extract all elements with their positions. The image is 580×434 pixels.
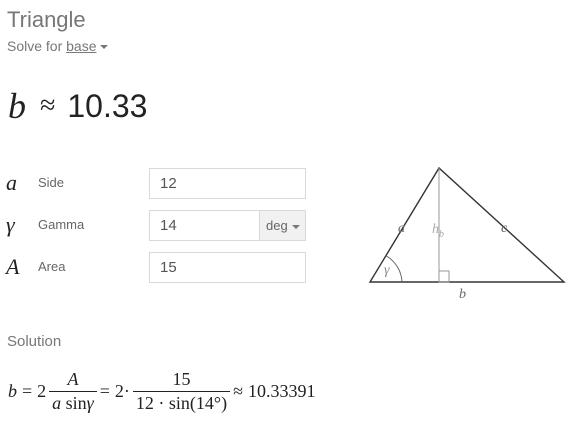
fraction-numeric-denominator: 12 · sin(14°) (132, 390, 231, 414)
result-value: 10.33 (67, 87, 148, 124)
area-input[interactable]: 15 (149, 252, 306, 283)
fraction-numeric: 15 12 · sin(14°) (132, 368, 231, 414)
input-row-side: a Side 12 (6, 168, 306, 199)
solution-formula: b = 2 A a sinγ = 2 · 15 12 · sin(14°) ≈ … (8, 368, 316, 414)
fraction-general-denominator: a sinγ (49, 390, 97, 414)
formula-approx: ≈ (233, 380, 243, 401)
input-row-gamma: γ Gamma 14 deg (6, 210, 306, 241)
page-title: Triangle (7, 7, 86, 32)
den-a: a (52, 392, 62, 413)
formula-two-2: 2 (114, 380, 124, 401)
solve-for-line: Solve for base (7, 38, 108, 54)
angle-unit-select[interactable]: deg (259, 210, 306, 241)
result: b ≈ 10.33 (8, 84, 147, 128)
formula-eq-1: = (22, 380, 33, 401)
height-letter: h (432, 222, 439, 237)
area-symbol: A (6, 254, 20, 279)
solution-heading: Solution (7, 333, 62, 350)
height-label: hb (432, 222, 444, 240)
angle-unit-value[interactable]: deg (266, 218, 288, 233)
formula-lhs: b (8, 380, 17, 401)
gamma-symbol: γ (6, 212, 15, 237)
right-angle-marker (438, 270, 450, 283)
side-input[interactable]: 12 (149, 168, 306, 199)
den-gamma: γ (86, 392, 94, 413)
gamma-diagram-label: γ (384, 263, 390, 278)
solve-for-dropdown[interactable]: base (66, 38, 108, 54)
side-c-label: c (501, 221, 508, 236)
fraction-general: A a sinγ (49, 369, 97, 414)
side-a-label: a (398, 221, 405, 236)
gamma-input[interactable]: 14 (149, 210, 260, 241)
fraction-general-numerator: A (67, 368, 79, 389)
formula-eq-2: = (99, 380, 110, 401)
height-subscript: b (439, 229, 444, 240)
solve-for-prefix: Solve for (7, 38, 63, 54)
approx-sign: ≈ (40, 90, 56, 121)
gamma-label: Gamma (38, 217, 85, 232)
side-symbol: a (6, 170, 17, 195)
formula-result: 10.33391 (248, 380, 316, 401)
input-row-area: A Area 15 (6, 252, 306, 283)
result-symbol: b (8, 86, 26, 126)
area-label: Area (38, 259, 66, 274)
chevron-down-icon (291, 224, 300, 229)
fraction-numeric-numerator: 15 (172, 368, 191, 389)
side-label: Side (38, 175, 65, 190)
side-b-label: b (459, 287, 466, 302)
formula-cdot: · (123, 380, 130, 401)
solve-for-value[interactable]: base (66, 38, 96, 54)
den-sin: sin (65, 392, 87, 413)
formula-two-1: 2 (37, 380, 47, 401)
triangle-diagram: γ a c hb b (368, 166, 566, 302)
chevron-down-icon (99, 45, 108, 50)
